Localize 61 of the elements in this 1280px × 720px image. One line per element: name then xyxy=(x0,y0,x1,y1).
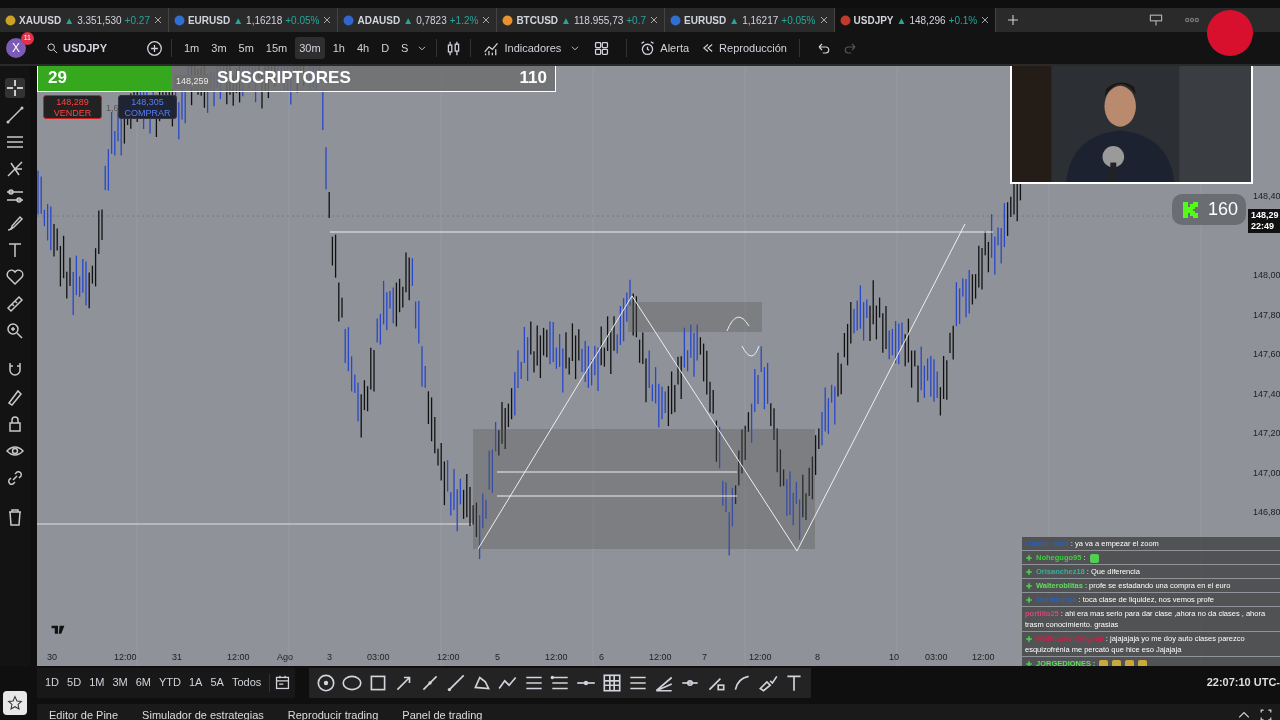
time-axis-label: Ago xyxy=(277,651,293,664)
range-button[interactable]: 5D xyxy=(63,671,86,694)
goal-current-count: 29 xyxy=(48,66,67,89)
time-axis-label: 6 xyxy=(599,651,604,664)
interval-button[interactable]: 30m xyxy=(295,36,325,60)
goal-label: SUSCRIPTORES xyxy=(216,66,351,89)
sell-button[interactable]: 148,289 VENDER xyxy=(43,95,102,119)
time-axis-label: 10 xyxy=(889,651,899,664)
kick-viewer-badge: 160 xyxy=(1172,194,1247,225)
price-axis-label: 147,00 xyxy=(1253,466,1280,480)
interval-button[interactable]: 15m xyxy=(261,36,292,60)
price-axis-label: 147,60 xyxy=(1253,348,1280,361)
price-tag-value: 148,29 xyxy=(1251,210,1279,221)
interval-button[interactable]: 3m xyxy=(207,36,231,60)
time-axis-label: 12:00 xyxy=(114,651,137,664)
alert-button[interactable]: Alerta xyxy=(635,36,694,60)
range-button[interactable]: 1A xyxy=(184,671,207,694)
time-axis-label: 30 xyxy=(47,651,57,664)
interval-button[interactable]: S xyxy=(397,36,413,60)
time-axis-label: 12:00 xyxy=(545,651,568,664)
replay-button[interactable]: Reproducción xyxy=(697,36,791,60)
time-axis-label: 12:00 xyxy=(749,651,772,664)
interval-button[interactable]: 1m xyxy=(180,36,204,60)
time-axis-label: 12:00 xyxy=(437,651,460,664)
time-axis-label: 12:00 xyxy=(972,651,995,664)
interval-button[interactable]: 4h xyxy=(352,36,374,60)
quantity-label: 1,6 xyxy=(106,102,119,115)
clock-text: 22:07:10 UTC- xyxy=(1206,675,1280,691)
time-axis-label: 31 xyxy=(172,651,182,664)
price-axis-label: 147,20 xyxy=(1253,427,1280,440)
range-button[interactable]: YTD xyxy=(154,671,185,694)
interval-button[interactable]: 5m xyxy=(234,36,258,60)
last-price-label: 148,259 xyxy=(174,75,211,89)
price-axis-label: 147,80 xyxy=(1253,308,1280,322)
buy-button[interactable]: 148,305 COMPRAR xyxy=(118,95,177,119)
time-axis-label: 12:00 xyxy=(649,651,672,664)
time-axis-label: 03:00 xyxy=(925,651,948,664)
panel-tab[interactable]: Editor de Pine xyxy=(37,706,131,720)
range-button[interactable]: 3M xyxy=(108,671,132,694)
goal-target-count: 110 xyxy=(519,66,547,89)
time-axis-label: 8 xyxy=(815,651,820,664)
range-button[interactable]: 5A xyxy=(206,671,228,694)
range-button[interactable]: 6M xyxy=(131,671,155,694)
range-button[interactable]: 1M xyxy=(85,671,109,694)
time-axis-label: 03:00 xyxy=(367,651,390,664)
countdown-text: 22:49 xyxy=(1251,221,1276,232)
time-axis-label: 5 xyxy=(495,651,500,664)
symbol-tab[interactable]: USDJPY ▲ 148,296 +0.1% xyxy=(834,8,997,32)
price-axis-label: 148,00 xyxy=(1253,269,1280,282)
time-axis-label: 12:00 xyxy=(227,651,250,664)
time-axis-label: 3 xyxy=(327,651,332,664)
range-button[interactable]: Todos xyxy=(227,671,266,694)
time-axis-label: 7 xyxy=(702,651,707,664)
interval-button[interactable]: 1h xyxy=(328,36,349,60)
price-axis-label: 148,40 xyxy=(1253,190,1280,203)
range-button[interactable]: 1D xyxy=(41,671,64,694)
price-axis-label: 147,40 xyxy=(1253,387,1280,401)
interval-button[interactable]: D xyxy=(377,36,394,60)
price-axis-label: 146,80 xyxy=(1253,506,1280,519)
symbol-search[interactable]: USDJPY xyxy=(42,36,142,60)
indicators-button[interactable]: Indicadores xyxy=(479,36,566,60)
